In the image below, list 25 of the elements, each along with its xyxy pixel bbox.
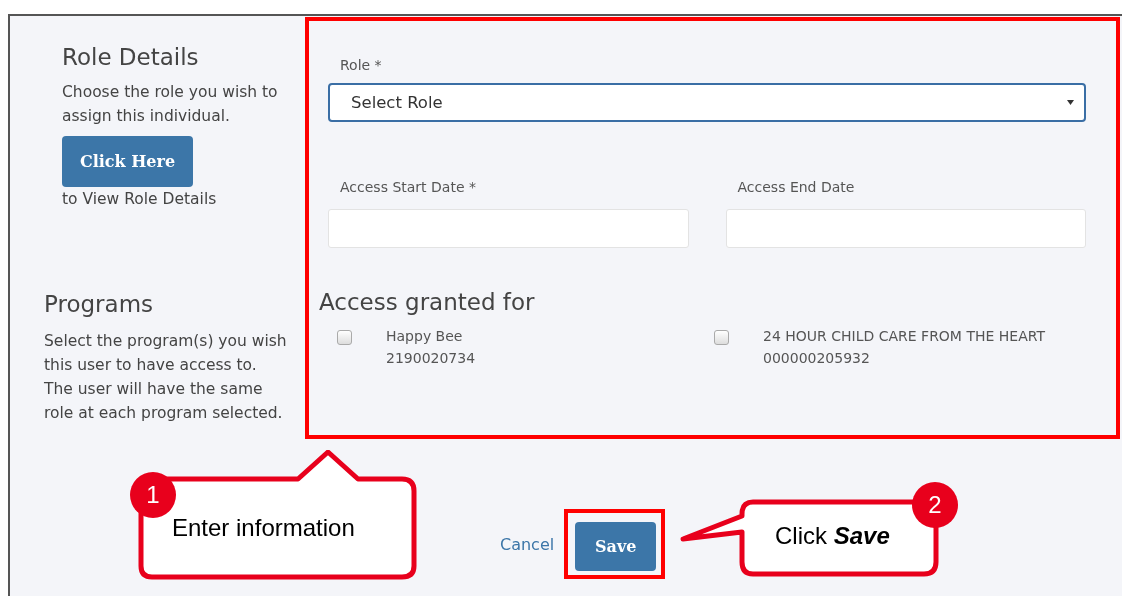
program-number: 000000205932 <box>763 349 871 368</box>
save-button[interactable]: Save <box>575 522 657 571</box>
role-select[interactable]: Select Role <box>328 83 1086 122</box>
program-name: Happy Bee <box>386 327 464 346</box>
date-input[interactable] <box>328 209 689 248</box>
click-here-button[interactable]: Click Here <box>62 136 193 187</box>
description-text: Choose the role you wish to assign this individual. <box>62 82 279 127</box>
section-title: Access granted for <box>319 289 536 315</box>
callout-text: Click Save <box>775 522 890 550</box>
step-badge: 1 <box>130 472 176 518</box>
cancel-link[interactable]: Cancel <box>500 534 555 554</box>
description-text: Select the program(s) you wish this user to have access to. The user will have the same role at each program selected. <box>44 331 288 424</box>
dropdown-caret-icon <box>1067 100 1074 105</box>
step-badge: 2 <box>912 482 958 528</box>
program-number: 2190020734 <box>386 349 476 368</box>
checkbox[interactable] <box>714 330 729 345</box>
program-name: 24 HOUR CHILD CARE FROM THE HEART <box>763 327 1045 346</box>
field-label: Access End Date <box>737 179 856 195</box>
section-title: Role Details <box>62 44 200 70</box>
field-label: Role * <box>340 57 383 73</box>
checkbox[interactable] <box>337 330 352 345</box>
caption-text: to View Role Details <box>62 189 218 210</box>
section-title: Programs <box>44 291 155 317</box>
field-label: Access Start Date * <box>340 179 477 195</box>
date-input[interactable] <box>725 209 1086 248</box>
